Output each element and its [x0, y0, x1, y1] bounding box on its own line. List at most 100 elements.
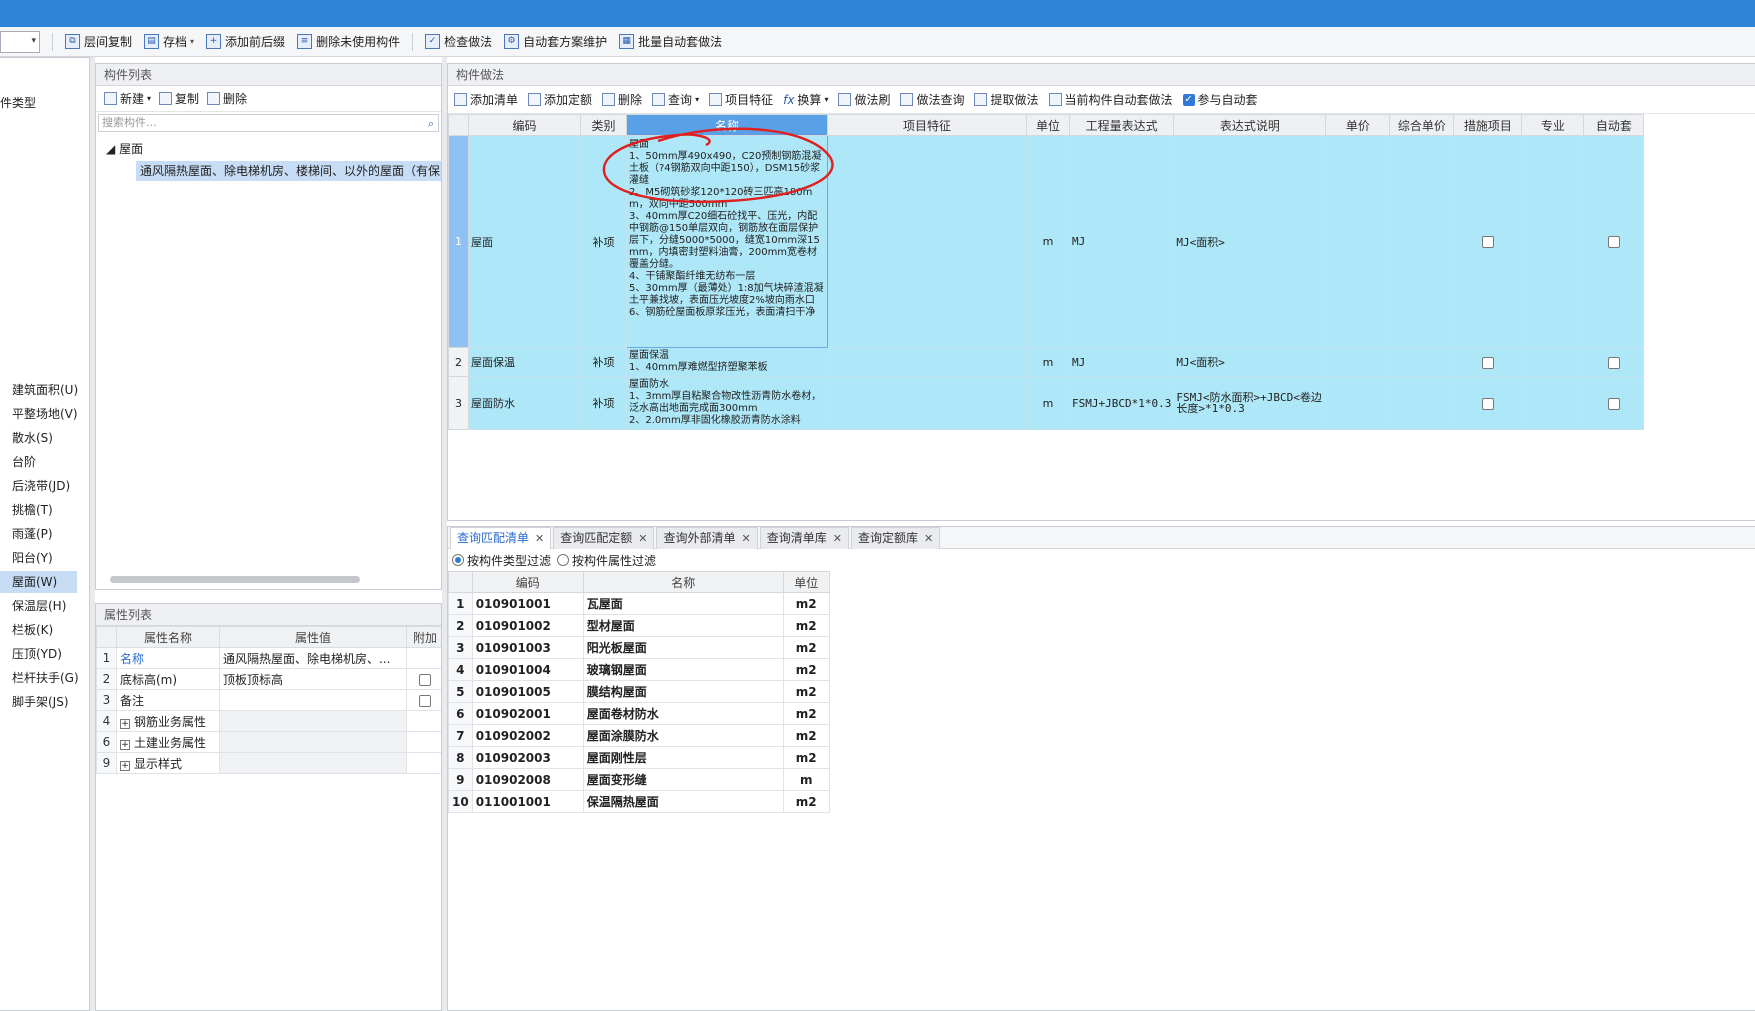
- table-row[interactable]: 2 屋面保温 补项 屋面保温 1、40mm厚难燃型挤塑聚苯板 m MJ MJ<面…: [448, 347, 1645, 377]
- feature-cell[interactable]: [827, 135, 1027, 348]
- prop-value-field[interactable]: 顶板顶标高: [219, 668, 407, 690]
- add-prefix-suffix-button[interactable]: + 添加前后缀: [206, 31, 285, 53]
- expr-cell[interactable]: MJ: [1068, 347, 1175, 377]
- close-icon[interactable]: ✕: [833, 532, 842, 545]
- new-component-button[interactable]: 新建 ▾: [104, 90, 151, 107]
- extract-method-button[interactable]: 提取做法: [974, 91, 1039, 108]
- header-expr[interactable]: 工程量表达式: [1068, 114, 1175, 136]
- header-code[interactable]: 编码: [471, 571, 584, 593]
- delete-method-button[interactable]: 删除: [602, 91, 642, 108]
- table-row[interactable]: 7 010902002 屋面涂膜防水 m2: [448, 724, 830, 747]
- table-row[interactable]: 9 010902008 屋面变形缝 m: [448, 768, 830, 791]
- name-cell[interactable]: 屋面 1、50mm厚490x490，C20预制钢筋混凝土板（?4钢筋双向中距15…: [626, 135, 828, 348]
- floor-select[interactable]: ▾: [0, 30, 40, 53]
- unit-cell[interactable]: m: [1026, 135, 1070, 348]
- expr-desc-cell[interactable]: MJ<面积>: [1173, 347, 1327, 377]
- table-row[interactable]: 6 010902001 屋面卷材防水 m2: [448, 702, 830, 725]
- tree-node-selected-component[interactable]: 通风隔热屋面、除电梯机房、楼梯间、以外的屋面（有保: [136, 161, 441, 181]
- table-row[interactable]: 2 010901002 型材屋面 m2: [448, 614, 830, 637]
- table-row[interactable]: 9 + 显示样式: [96, 752, 441, 774]
- header-measure[interactable]: 措施项目: [1453, 114, 1523, 136]
- attach-checkbox[interactable]: [419, 673, 431, 686]
- delete-unused-button[interactable]: ≡ 删除未使用构件: [297, 31, 400, 53]
- type-cell[interactable]: 补项: [580, 135, 627, 348]
- unit-cell[interactable]: m: [1026, 347, 1070, 377]
- header-price[interactable]: 单价: [1325, 114, 1391, 136]
- code-cell[interactable]: 屋面: [468, 135, 581, 348]
- nav-item-railing[interactable]: 栏杆扶手(G): [0, 667, 79, 689]
- close-icon[interactable]: ✕: [924, 532, 933, 545]
- close-icon[interactable]: ✕: [535, 532, 544, 545]
- nav-item-building-area[interactable]: 建筑面积(U): [0, 379, 78, 401]
- header-unit[interactable]: 单位: [782, 571, 830, 593]
- nav-item-steps[interactable]: 台阶: [0, 451, 77, 473]
- expr-cell[interactable]: FSMJ+JBCD*1*0.3: [1068, 376, 1175, 430]
- prop-value-field[interactable]: [219, 689, 407, 711]
- table-row[interactable]: 3 010901003 阳光板屋面 m2: [448, 636, 830, 659]
- nav-item-roof[interactable]: 屋面(W): [0, 571, 77, 593]
- nav-item-parapet[interactable]: 栏板(K): [0, 619, 77, 641]
- table-row[interactable]: 8 010902003 屋面刚性层 m2: [448, 746, 830, 769]
- current-auto-method-button[interactable]: 当前构件自动套做法: [1048, 91, 1173, 108]
- component-search-input[interactable]: 搜索构件... ⌕: [98, 114, 439, 132]
- check-method-button[interactable]: ✓ 检查做法: [425, 31, 492, 53]
- nav-item-site-leveling[interactable]: 平整场地(V): [0, 403, 78, 425]
- nav-item-coping[interactable]: 压顶(YD): [0, 643, 77, 665]
- prop-value-field[interactable]: 通风隔热屋面、除电梯机房、...: [219, 647, 407, 669]
- tree-node-roof[interactable]: ◢ 屋面: [96, 140, 441, 157]
- method-query-button[interactable]: 做法查询: [900, 91, 964, 108]
- table-row[interactable]: 3 屋面防水 补项 屋面防水 1、3mm厚自粘聚合物改性沥青防水卷材，泛水高出地…: [448, 376, 1645, 430]
- batch-auto-button[interactable]: ▦ 批量自动套做法: [619, 31, 722, 53]
- table-row[interactable]: 4 + 钢筋业务属性: [96, 710, 441, 732]
- expr-desc-cell[interactable]: MJ<面积>: [1173, 135, 1327, 348]
- unit-cell[interactable]: m: [1026, 376, 1070, 430]
- name-cell[interactable]: 屋面保温 1、40mm厚难燃型挤塑聚苯板: [626, 347, 828, 377]
- tab-external-bill[interactable]: 查询外部清单 ✕: [656, 527, 758, 549]
- collapse-triangle-icon[interactable]: ◢: [106, 142, 115, 156]
- conversion-button[interactable]: fx 换算 ▾: [783, 91, 828, 108]
- expand-icon[interactable]: +: [120, 760, 130, 771]
- auto-checkbox[interactable]: [1607, 236, 1620, 248]
- archive-button[interactable]: ▤ 存档 ▾: [144, 31, 194, 53]
- table-row[interactable]: 1 名称 通风隔热屋面、除电梯机房、...: [96, 647, 441, 669]
- code-cell[interactable]: 屋面防水: [468, 376, 581, 430]
- measure-checkbox[interactable]: [1481, 356, 1494, 369]
- filter-by-attr-radio[interactable]: [557, 554, 570, 566]
- method-brush-button[interactable]: 做法刷: [838, 91, 890, 108]
- header-name[interactable]: 名称: [582, 571, 784, 593]
- nav-item-canopy[interactable]: 雨蓬(P): [0, 523, 77, 545]
- type-cell[interactable]: 补项: [580, 347, 627, 377]
- tab-bill-library[interactable]: 查询清单库 ✕: [759, 527, 849, 549]
- add-bill-button[interactable]: 添加清单: [454, 91, 518, 108]
- header-specialty[interactable]: 专业: [1521, 114, 1585, 136]
- expand-icon[interactable]: +: [120, 739, 130, 750]
- nav-item-insulation[interactable]: 保温层(H): [0, 595, 77, 617]
- attach-checkbox[interactable]: [419, 694, 431, 707]
- item-feature-button[interactable]: 项目特征: [709, 91, 773, 108]
- close-icon[interactable]: ✕: [741, 532, 750, 545]
- measure-checkbox[interactable]: [1481, 397, 1494, 410]
- nav-item-apron[interactable]: 散水(S): [0, 427, 77, 449]
- nav-item-balcony[interactable]: 阳台(Y): [0, 547, 77, 569]
- query-button[interactable]: 查询 ▾: [652, 91, 699, 108]
- nav-item-scaffold[interactable]: 脚手架(JS): [0, 691, 77, 713]
- header-feature[interactable]: 项目特征: [827, 114, 1027, 136]
- table-row[interactable]: 5 010901005 膜结构屋面 m2: [448, 680, 830, 703]
- table-row[interactable]: 1 屋面 补项 屋面 1、50mm厚490x490，C20预制钢筋混凝土板（?4…: [448, 135, 1645, 348]
- header-unit[interactable]: 单位: [1026, 114, 1070, 136]
- auto-scheme-button[interactable]: ⚙ 自动套方案维护: [504, 31, 607, 53]
- header-type[interactable]: 类别: [580, 114, 627, 136]
- close-icon[interactable]: ✕: [638, 532, 647, 545]
- code-cell[interactable]: 屋面保温: [468, 347, 581, 377]
- table-row[interactable]: 4 010901004 玻璃钢屋面 m2: [448, 658, 830, 681]
- expr-desc-cell[interactable]: FSMJ<防水面积>+JBCD<卷边长度>*1*0.3: [1173, 376, 1327, 430]
- copy-component-button[interactable]: 复制: [159, 90, 199, 107]
- auto-checkbox[interactable]: [1607, 397, 1620, 410]
- tab-match-bill[interactable]: 查询匹配清单 ✕: [450, 527, 552, 549]
- nav-item-post-cast[interactable]: 后浇带(JD): [0, 475, 77, 497]
- name-text[interactable]: 屋面 1、50mm厚490x490，C20预制钢筋混凝土板（?4钢筋双向中距15…: [629, 139, 825, 345]
- nav-item-eaves[interactable]: 挑檐(T): [0, 499, 77, 521]
- feature-cell[interactable]: [827, 376, 1027, 430]
- auto-checkbox[interactable]: [1607, 356, 1620, 369]
- expr-cell[interactable]: MJ: [1068, 135, 1175, 348]
